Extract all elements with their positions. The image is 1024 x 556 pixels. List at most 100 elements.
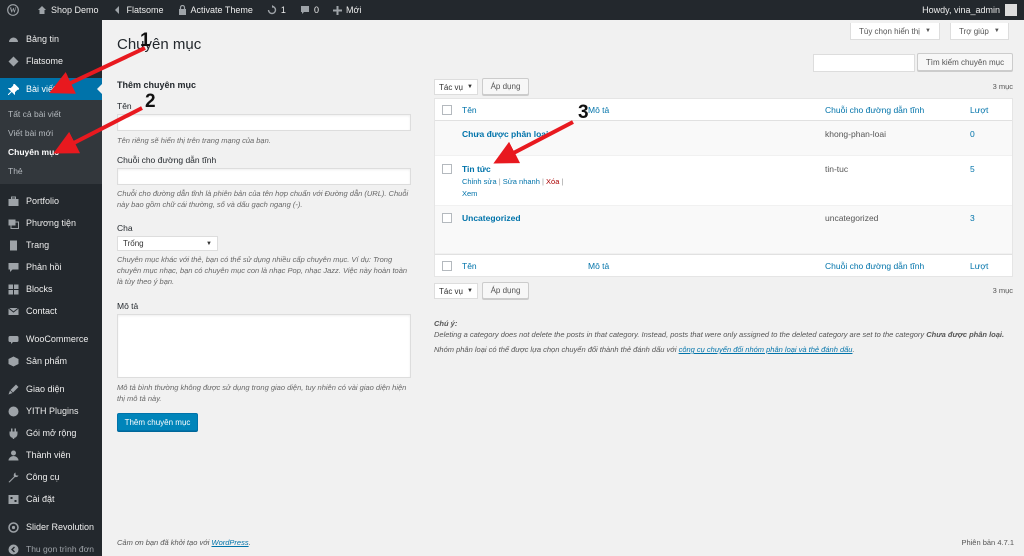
wordpress-link[interactable]: WordPress (212, 538, 249, 547)
category-count-link[interactable]: 3 (970, 213, 975, 223)
column-count-footer[interactable]: Lượt (970, 261, 988, 271)
portfolio-icon (7, 195, 20, 208)
description-help: Mô tả bình thường không được sử dụng tro… (117, 383, 407, 403)
media-icon (7, 217, 20, 230)
category-description-textarea[interactable] (117, 314, 411, 378)
tools-icon (7, 471, 20, 484)
apply-button-bottom[interactable]: Áp dụng (482, 282, 529, 299)
category-count-link[interactable]: 5 (970, 164, 975, 174)
menu-item-media[interactable]: Phương tiện (0, 212, 102, 234)
bulk-actions-select-bottom[interactable]: Tác vụ ▼ (434, 283, 478, 299)
plus-icon (332, 5, 342, 15)
menu-item-tools[interactable]: Công cụ (0, 466, 102, 488)
converter-link[interactable]: công cụ chuyển đổi nhóm phân loại và thẻ… (679, 345, 853, 354)
column-slug-footer[interactable]: Chuỗi cho đường dẫn tĩnh (825, 261, 924, 271)
edit-link[interactable]: Chỉnh sửa (462, 177, 497, 186)
menu-label: Contact (26, 306, 58, 316)
menu-item-slider-revolution[interactable]: Slider Revolution (0, 516, 102, 538)
item-count-bottom: 3 mục (992, 286, 1013, 295)
menu-item-appearance[interactable]: Giao diện (0, 378, 102, 400)
menu-item-flatsome[interactable]: Flatsome (0, 50, 102, 72)
search-categories-input[interactable] (813, 54, 915, 72)
screen-options-button[interactable]: Tùy chọn hiển thị ▼ (850, 23, 940, 40)
help-button[interactable]: Trợ giúp ▼ (950, 23, 1009, 40)
category-count-link[interactable]: 0 (970, 129, 975, 139)
quick-edit-link[interactable]: Sửa nhanh (503, 177, 540, 186)
category-name-link[interactable]: Uncategorized (462, 213, 521, 223)
updates-link[interactable]: 1 (260, 0, 293, 20)
comment-icon (300, 6, 309, 14)
column-count-header[interactable]: Lượt (970, 105, 988, 115)
menu-label: Thành viên (26, 450, 71, 460)
menu-item-plugins[interactable]: Gói mở rộng (0, 422, 102, 444)
activate-theme-link[interactable]: Activate Theme (171, 0, 260, 20)
submenu-categories[interactable]: Chuyên mục (0, 142, 102, 161)
column-slug-header[interactable]: Chuỗi cho đường dẫn tĩnh (825, 105, 924, 115)
submenu-tags[interactable]: Thẻ (0, 161, 102, 180)
table-row: Chưa được phân loại khong-phan-loai 0 (435, 121, 1012, 156)
menu-item-products[interactable]: Sản phẩm (0, 350, 102, 372)
column-description-footer[interactable]: Mô tả (588, 261, 609, 271)
screen-options-label: Tùy chọn hiển thị (859, 26, 920, 36)
description-label: Mô tả (117, 301, 139, 311)
collapse-menu-button[interactable]: Thu gọn trình đơn (0, 538, 102, 556)
column-name-footer[interactable]: Tên (462, 261, 477, 271)
menu-item-comments[interactable]: Phản hồi (0, 256, 102, 278)
column-description-header[interactable]: Mô tả (588, 105, 609, 115)
blocks-icon (7, 283, 20, 296)
category-name-link[interactable]: Tin tức (462, 164, 491, 174)
category-name-input[interactable] (117, 114, 411, 131)
menu-label: Sản phẩm (26, 356, 68, 366)
submenu-add-new[interactable]: Viết bài mới (0, 123, 102, 142)
flatsome-icon (114, 6, 119, 14)
table-row: Tin tức Chỉnh sửa | Sửa nhanh | Xóa | Xe… (435, 156, 1012, 206)
column-name-header[interactable]: Tên (462, 105, 477, 115)
menu-label: Trang (26, 240, 50, 250)
menu-label: Thu gọn trình đơn (26, 544, 94, 554)
category-name-link[interactable]: Chưa được phân loại (462, 129, 548, 139)
tablenav-top: Tác vụ ▼ Áp dụng 3 mục (434, 78, 1013, 97)
menu-item-blocks[interactable]: Blocks (0, 278, 102, 300)
comments-link[interactable]: 0 (293, 0, 326, 20)
my-account-link[interactable]: Howdy, vina_admin (915, 0, 1024, 20)
view-link[interactable]: Xem (462, 189, 477, 198)
notes-line2: Nhóm phân loại có thể được lựa chọn chuy… (434, 345, 677, 354)
new-label: Mới (345, 5, 362, 15)
flatsome-icon (7, 55, 20, 68)
menu-item-settings[interactable]: Cài đặt (0, 488, 102, 510)
menu-item-yith[interactable]: YITH Plugins (0, 400, 102, 422)
search-categories-button[interactable]: Tìm kiếm chuyên mục (917, 53, 1013, 71)
menu-item-posts[interactable]: Bài viết (0, 78, 102, 100)
submenu-all-posts[interactable]: Tất cả bài viết (0, 104, 102, 123)
menu-item-woocommerce[interactable]: WooCommerce (0, 328, 102, 350)
parent-category-select[interactable]: Trống ▼ (117, 236, 218, 251)
site-name-link[interactable]: Shop Demo (30, 0, 106, 20)
menu-label: Công cụ (26, 472, 60, 482)
menu-item-dashboard[interactable]: Bảng tin (0, 28, 102, 50)
row-checkbox[interactable] (442, 213, 452, 223)
delete-link[interactable]: Xóa (546, 177, 559, 186)
select-all-checkbox[interactable] (442, 105, 452, 115)
slider-icon (7, 521, 20, 534)
menu-label: Phản hồi (26, 262, 62, 272)
caret-down-icon: ▼ (206, 240, 212, 247)
theme-link[interactable]: Flatsome (106, 0, 171, 20)
row-checkbox[interactable] (442, 164, 452, 174)
svg-text:W: W (10, 7, 17, 15)
category-slug-input[interactable] (117, 168, 411, 185)
menu-item-pages[interactable]: Trang (0, 234, 102, 256)
bulk-actions-select[interactable]: Tác vụ ▼ (434, 79, 478, 95)
menu-item-contact[interactable]: Contact (0, 300, 102, 322)
footer-thanks-text: Cảm ơn bạn đã khởi tạo với (117, 538, 210, 547)
apply-button[interactable]: Áp dụng (482, 78, 529, 95)
name-help: Tên riêng sẽ hiển thị trên trang mạng củ… (117, 136, 271, 145)
add-category-button[interactable]: Thêm chuyên mục (117, 413, 198, 431)
notes-box: Chú ý: Deleting a category does not dele… (434, 319, 1005, 354)
menu-item-portfolio[interactable]: Portfolio (0, 190, 102, 212)
wordpress-logo-icon[interactable]: W (0, 0, 30, 20)
new-content-link[interactable]: Mới (326, 0, 368, 20)
category-slug: khong-phan-loai (825, 129, 886, 139)
menu-item-users[interactable]: Thành viên (0, 444, 102, 466)
select-all-checkbox-footer[interactable] (442, 261, 452, 271)
table-footer-row: Tên Mô tả Chuỗi cho đường dẫn tĩnh Lượt (435, 254, 1012, 276)
